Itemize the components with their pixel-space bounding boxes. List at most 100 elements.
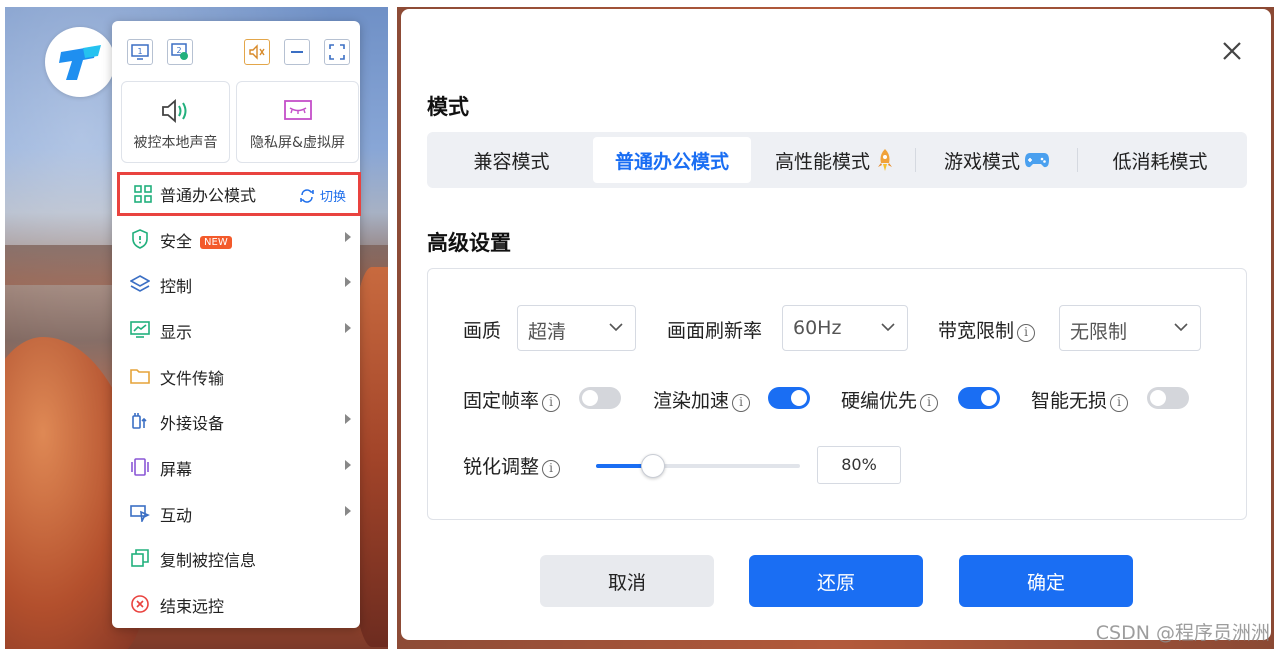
sharpen-label-group: 锐化调整 i [463, 452, 561, 479]
refresh-rate-label: 画面刷新率 [667, 320, 763, 342]
render-accel-label: 渲染加速 [653, 390, 730, 412]
restore-button[interactable]: 还原 [749, 555, 923, 607]
tab-low-consumption-label: 低消耗模式 [1112, 150, 1208, 173]
hw-encode-label-group: 硬编优先 i [841, 386, 939, 413]
menu-item-interact-label: 互动 [160, 506, 193, 525]
quality-select[interactable]: 超清 [517, 305, 636, 351]
privacy-screen-tile[interactable]: 隐私屏&虚拟屏 [236, 81, 359, 163]
bandwidth-label-group: 带宽限制 i [938, 316, 1036, 343]
menu-item-file-transfer[interactable]: 文件传输 [112, 356, 360, 396]
sharpen-value-input[interactable]: 80% [817, 446, 901, 484]
current-mode-label: 普通办公模式 [160, 186, 257, 205]
app-logo[interactable] [45, 27, 115, 97]
chevron-down-icon [881, 323, 895, 332]
tab-game-label: 游戏模式 [943, 150, 1020, 173]
confirm-button[interactable]: 确定 [959, 555, 1133, 607]
menu-item-external-device-label: 外接设备 [160, 414, 225, 433]
copy-icon [130, 548, 150, 568]
submenu-arrow-icon [345, 506, 351, 516]
cancel-button[interactable]: 取消 [540, 555, 714, 607]
render-accel-toggle[interactable] [768, 387, 810, 409]
watermark: CSDN @程序员洲洲 [1095, 622, 1270, 644]
tab-performance[interactable]: 高性能模式 [755, 137, 915, 183]
layers-icon [130, 274, 150, 294]
monitor-1-icon[interactable]: 1 [127, 39, 153, 65]
tab-compatible[interactable]: 兼容模式 [433, 137, 590, 183]
tab-office-label: 普通办公模式 [614, 150, 729, 173]
smart-lossless-label: 智能无损 [1031, 390, 1108, 412]
tab-performance-label: 高性能模式 [774, 150, 870, 173]
sharpen-slider[interactable] [596, 454, 800, 478]
desktop-background: 1 2 被控本地声音 隐私屏&虚拟屏 普通办公模式 切换 安全 NEW 控制 显… [5, 7, 388, 649]
fixed-framerate-toggle[interactable] [579, 387, 621, 409]
current-mode-row[interactable]: 普通办公模式 切换 [117, 172, 361, 216]
hw-encode-toggle[interactable] [958, 387, 1000, 409]
local-sound-tile[interactable]: 被控本地声音 [121, 81, 230, 163]
chevron-down-icon [1174, 323, 1188, 332]
menu-item-copy-info[interactable]: 复制被控信息 [112, 538, 360, 578]
chevron-down-icon [609, 323, 623, 332]
menu-item-control[interactable]: 控制 [112, 264, 360, 304]
fullscreen-icon[interactable] [324, 39, 350, 65]
smart-lossless-toggle[interactable] [1147, 387, 1189, 409]
screen-icon [130, 457, 150, 477]
privacy-screen-icon [237, 96, 358, 126]
end-icon [130, 594, 150, 614]
folder-icon [130, 366, 150, 386]
info-icon[interactable]: i [920, 394, 939, 412]
menu-item-security[interactable]: 安全 NEW [112, 219, 360, 259]
info-icon[interactable]: i [1017, 324, 1036, 342]
gamepad-icon [1025, 153, 1049, 168]
menu-item-display-label: 显示 [160, 323, 193, 342]
menu-item-screen-label: 屏幕 [160, 460, 193, 479]
menu-item-file-transfer-label: 文件传输 [160, 369, 225, 388]
monitor-2-icon[interactable]: 2 [167, 39, 193, 65]
mode-tabs: 兼容模式 普通办公模式 高性能模式 游戏模式 低消耗模式 [427, 132, 1247, 188]
quality-label: 画质 [463, 320, 502, 342]
submenu-arrow-icon [345, 460, 351, 470]
fixed-framerate-label-group: 固定帧率 i [463, 386, 561, 413]
sharpen-slider-handle[interactable] [641, 454, 666, 478]
bandwidth-select[interactable]: 无限制 [1059, 305, 1201, 351]
grid-icon [134, 185, 152, 207]
settings-dialog: 模式 兼容模式 普通办公模式 高性能模式 游戏模式 低消耗模式 高级设置 画质 … [401, 9, 1271, 640]
info-icon[interactable]: i [542, 460, 561, 478]
menu-item-end-control[interactable]: 结束远控 [112, 584, 360, 624]
info-icon[interactable]: i [1110, 394, 1129, 412]
toggle-knob [1150, 390, 1166, 406]
hw-encode-label: 硬编优先 [841, 390, 918, 412]
menu-item-display[interactable]: 显示 [112, 310, 360, 350]
tab-office[interactable]: 普通办公模式 [593, 137, 751, 183]
local-sound-label: 被控本地声音 [133, 135, 218, 151]
refresh-rate-value: 60Hz [793, 317, 842, 339]
smart-lossless-label-group: 智能无损 i [1031, 386, 1129, 413]
advanced-settings-box: 画质 超清 画面刷新率 60Hz 带宽限制 i 无限制 固定帧率 i 渲染加速 i 硬… [427, 268, 1247, 520]
info-icon[interactable]: i [732, 394, 751, 412]
tab-low-consumption[interactable]: 低消耗模式 [1079, 137, 1241, 183]
tab-game[interactable]: 游戏模式 [917, 137, 1077, 183]
minimize-icon[interactable] [284, 39, 310, 65]
menu-item-screen[interactable]: 屏幕 [112, 447, 360, 487]
submenu-arrow-icon [345, 277, 351, 287]
monitor-1-number: 1 [137, 47, 142, 56]
tab-separator [915, 148, 916, 172]
mode-section-title: 模式 [427, 95, 469, 119]
refresh-rate-select[interactable]: 60Hz [782, 305, 908, 351]
speaker-icon [122, 96, 229, 126]
bandwidth-label: 带宽限制 [938, 320, 1015, 342]
close-icon[interactable] [1220, 39, 1244, 63]
toggle-knob [981, 390, 997, 406]
bandwidth-value: 无限制 [1070, 321, 1128, 343]
menu-item-end-control-label: 结束远控 [160, 597, 225, 616]
chart-monitor-icon [130, 320, 150, 340]
switch-mode-button[interactable]: 切换 [299, 186, 346, 205]
info-icon[interactable]: i [542, 394, 561, 412]
cancel-button-label: 取消 [607, 571, 646, 594]
menu-item-interact[interactable]: 互动 [112, 493, 360, 533]
floating-control-menu: 1 2 被控本地声音 隐私屏&虚拟屏 普通办公模式 切换 安全 NEW 控制 显… [112, 21, 361, 628]
privacy-screen-label: 隐私屏&虚拟屏 [250, 135, 345, 151]
menu-item-external-device[interactable]: 外接设备 [112, 401, 360, 441]
menu-item-control-label: 控制 [160, 277, 193, 296]
mute-icon[interactable] [244, 39, 270, 65]
switch-mode-label: 切换 [319, 190, 346, 205]
